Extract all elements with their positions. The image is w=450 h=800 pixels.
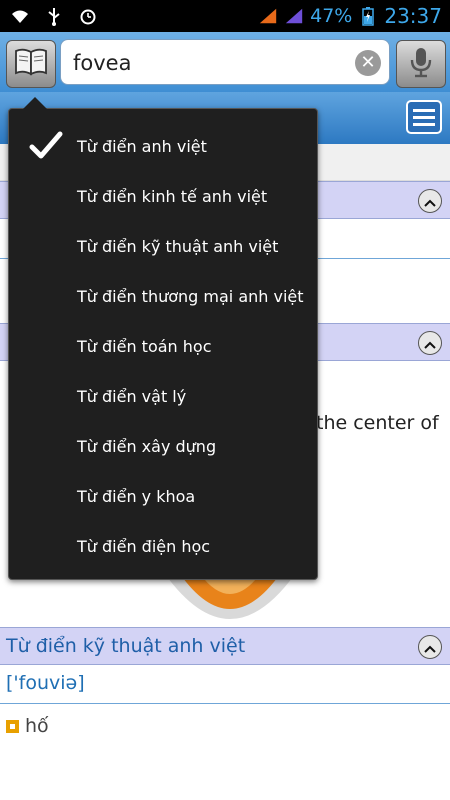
book-icon [13, 47, 49, 81]
usb-icon [44, 6, 64, 26]
microphone-icon [408, 46, 434, 82]
dictionary-option[interactable]: Từ điển điện học [9, 521, 317, 571]
dictionary-option[interactable]: Từ điển kỹ thuật anh việt [9, 221, 317, 271]
dictionary-dropdown: Từ điển anh việt Từ điển kinh tế anh việ… [8, 97, 318, 580]
signal-purple-icon [284, 6, 304, 26]
section-title: Từ điển kỹ thuật anh việt [6, 635, 246, 657]
battery-charging-icon [358, 6, 378, 26]
dictionary-option[interactable]: Từ điển anh việt [9, 121, 317, 171]
collapse-button[interactable] [418, 331, 442, 355]
status-bar: 47% 23:37 [0, 0, 450, 32]
dictionary-option-label: Từ điển vật lý [77, 386, 187, 406]
dictionary-option-label: Từ điển y khoa [77, 486, 196, 506]
chevron-up-icon [424, 334, 436, 353]
search-header: ✕ [0, 32, 450, 92]
alarm-icon [78, 6, 98, 26]
checkmark-icon [29, 131, 63, 165]
dictionary-option-label: Từ điển toán học [77, 336, 212, 356]
dictionary-option[interactable]: Từ điển vật lý [9, 371, 317, 421]
section-header-technical[interactable]: Từ điển kỹ thuật anh việt [0, 627, 450, 665]
dictionary-option[interactable]: Từ điển kinh tế anh việt [9, 171, 317, 221]
menu-button[interactable] [406, 100, 442, 134]
collapse-button[interactable] [418, 189, 442, 213]
chevron-up-icon [424, 192, 436, 211]
clock: 23:37 [384, 4, 442, 28]
wifi-icon [10, 6, 30, 26]
definition-text: the center of [316, 412, 439, 434]
menu-icon [413, 108, 435, 112]
dictionary-option-label: Từ điển điện học [77, 536, 211, 556]
dictionary-option-label: Từ điển xây dựng [77, 436, 217, 456]
meaning-text: hố [25, 715, 49, 737]
dictionary-option-label: Từ điển thương mại anh việt [77, 286, 304, 306]
chevron-up-icon [424, 638, 436, 657]
dictionary-option[interactable]: Từ điển toán học [9, 321, 317, 371]
dropdown-pointer [23, 97, 47, 109]
search-input[interactable] [71, 40, 345, 86]
dictionary-option[interactable]: Từ điển thương mại anh việt [9, 271, 317, 321]
eye-illustration [160, 574, 300, 624]
clear-search-button[interactable]: ✕ [355, 50, 381, 76]
search-box: ✕ [60, 39, 390, 86]
meaning-item: hố [6, 715, 49, 737]
dictionary-select-button[interactable] [6, 40, 56, 88]
voice-search-button[interactable] [396, 40, 446, 88]
divider [0, 703, 450, 704]
dictionary-option[interactable]: Từ điển xây dựng [9, 421, 317, 471]
pronunciation: ['fouviə] [6, 672, 85, 694]
dictionary-option-label: Từ điển kỹ thuật anh việt [77, 236, 279, 256]
battery-percent: 47% [310, 5, 353, 27]
collapse-button[interactable] [418, 635, 442, 659]
bullet-icon [6, 720, 19, 733]
dictionary-option-label: Từ điển kinh tế anh việt [77, 186, 268, 206]
dictionary-option[interactable]: Từ điển y khoa [9, 471, 317, 521]
signal-orange-icon [258, 6, 278, 26]
close-icon: ✕ [360, 52, 376, 73]
dictionary-option-label: Từ điển anh việt [77, 136, 207, 156]
